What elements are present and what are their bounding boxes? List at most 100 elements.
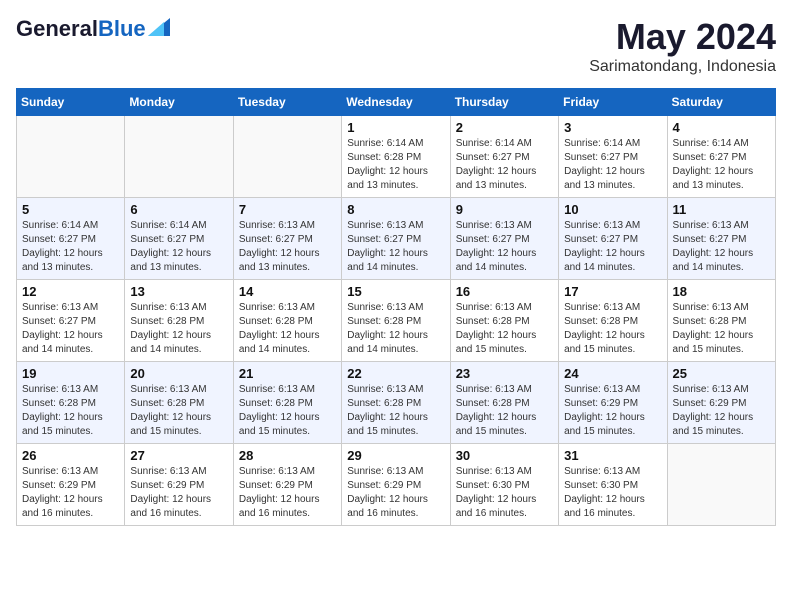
day-info: Sunrise: 6:14 AM Sunset: 6:27 PM Dayligh…: [130, 219, 227, 275]
weekday-header-thursday: Thursday: [450, 89, 558, 116]
logo: GeneralBlue: [16, 16, 170, 42]
day-info: Sunrise: 6:14 AM Sunset: 6:27 PM Dayligh…: [673, 137, 770, 193]
calendar-cell: 13 Sunrise: 6:13 AM Sunset: 6:28 PM Dayli…: [125, 280, 233, 362]
logo-icon: [148, 18, 170, 36]
calendar-cell: 25Sunrise: 6:13 AM Sunset: 6:29 PM Dayli…: [667, 362, 775, 444]
calendar-cell: 26Sunrise: 6:13 AM Sunset: 6:29 PM Dayli…: [17, 444, 125, 526]
calendar-cell: 16 Sunrise: 6:13 AM Sunset: 6:28 PM Dayli…: [450, 280, 558, 362]
day-info: Sunrise: 6:13 AM Sunset: 6:27 PM Dayligh…: [239, 219, 336, 275]
day-info: Sunrise: 6:13 AM Sunset: 6:29 PM Dayligh…: [130, 465, 227, 521]
day-info: Sunrise: 6:13 AM Sunset: 6:28 PM Dayligh…: [673, 301, 770, 357]
day-info: Sunrise: 6:13 AM Sunset: 6:29 PM Dayligh…: [22, 465, 119, 521]
day-info: Sunrise: 6:13 AM Sunset: 6:30 PM Dayligh…: [456, 465, 553, 521]
calendar-cell: [667, 444, 775, 526]
calendar-cell: 7 Sunrise: 6:13 AM Sunset: 6:27 PM Daylig…: [233, 198, 341, 280]
day-number: 18: [673, 284, 770, 299]
day-number: 5: [22, 202, 119, 217]
calendar-cell: 29 Sunrise: 6:13 AM Sunset: 6:29 PM Dayli…: [342, 444, 450, 526]
day-number: 30: [456, 448, 553, 463]
calendar-cell: 20 Sunrise: 6:13 AM Sunset: 6:28 PM Dayli…: [125, 362, 233, 444]
day-info: Sunrise: 6:13 AM Sunset: 6:27 PM Dayligh…: [347, 219, 444, 275]
day-info: Sunrise: 6:13 AM Sunset: 6:29 PM Dayligh…: [239, 465, 336, 521]
calendar-cell: 15 Sunrise: 6:13 AM Sunset: 6:28 PM Dayli…: [342, 280, 450, 362]
day-number: 16: [456, 284, 553, 299]
location: Sarimatondang, Indonesia: [589, 58, 776, 76]
day-number: 19: [22, 366, 119, 381]
calendar-cell: 11Sunrise: 6:13 AM Sunset: 6:27 PM Dayli…: [667, 198, 775, 280]
day-info: Sunrise: 6:13 AM Sunset: 6:28 PM Dayligh…: [239, 383, 336, 439]
calendar-cell: 30 Sunrise: 6:13 AM Sunset: 6:30 PM Dayli…: [450, 444, 558, 526]
calendar-cell: [17, 116, 125, 198]
weekday-header-friday: Friday: [559, 89, 667, 116]
day-info: Sunrise: 6:13 AM Sunset: 6:28 PM Dayligh…: [456, 383, 553, 439]
day-info: Sunrise: 6:13 AM Sunset: 6:28 PM Dayligh…: [239, 301, 336, 357]
day-number: 21: [239, 366, 336, 381]
day-info: Sunrise: 6:13 AM Sunset: 6:28 PM Dayligh…: [456, 301, 553, 357]
day-number: 1: [347, 120, 444, 135]
day-number: 12: [22, 284, 119, 299]
day-info: Sunrise: 6:14 AM Sunset: 6:27 PM Dayligh…: [22, 219, 119, 275]
calendar-cell: 8 Sunrise: 6:13 AM Sunset: 6:27 PM Daylig…: [342, 198, 450, 280]
calendar-cell: 1 Sunrise: 6:14 AM Sunset: 6:28 PM Daylig…: [342, 116, 450, 198]
page-header: GeneralBlue May 2024 Sarimatondang, Indo…: [16, 16, 776, 76]
weekday-header-tuesday: Tuesday: [233, 89, 341, 116]
day-number: 14: [239, 284, 336, 299]
calendar-cell: 22 Sunrise: 6:13 AM Sunset: 6:28 PM Dayli…: [342, 362, 450, 444]
calendar-cell: 24Sunrise: 6:13 AM Sunset: 6:29 PM Dayli…: [559, 362, 667, 444]
day-number: 4: [673, 120, 770, 135]
day-number: 23: [456, 366, 553, 381]
day-info: Sunrise: 6:13 AM Sunset: 6:28 PM Dayligh…: [347, 383, 444, 439]
day-number: 3: [564, 120, 661, 135]
day-number: 29: [347, 448, 444, 463]
day-number: 27: [130, 448, 227, 463]
calendar-cell: 23 Sunrise: 6:13 AM Sunset: 6:28 PM Dayli…: [450, 362, 558, 444]
day-info: Sunrise: 6:14 AM Sunset: 6:27 PM Dayligh…: [456, 137, 553, 193]
calendar-cell: 28Sunrise: 6:13 AM Sunset: 6:29 PM Dayli…: [233, 444, 341, 526]
day-number: 15: [347, 284, 444, 299]
weekday-header-sunday: Sunday: [17, 89, 125, 116]
calendar-cell: 12 Sunrise: 6:13 AM Sunset: 6:27 PM Dayli…: [17, 280, 125, 362]
calendar-cell: 3 Sunrise: 6:14 AM Sunset: 6:27 PM Daylig…: [559, 116, 667, 198]
calendar-cell: 4 Sunrise: 6:14 AM Sunset: 6:27 PM Daylig…: [667, 116, 775, 198]
day-info: Sunrise: 6:13 AM Sunset: 6:27 PM Dayligh…: [22, 301, 119, 357]
day-info: Sunrise: 6:13 AM Sunset: 6:28 PM Dayligh…: [130, 383, 227, 439]
calendar-cell: [125, 116, 233, 198]
calendar-cell: 17Sunrise: 6:13 AM Sunset: 6:28 PM Dayli…: [559, 280, 667, 362]
calendar-cell: 2 Sunrise: 6:14 AM Sunset: 6:27 PM Daylig…: [450, 116, 558, 198]
calendar-week-row-3: 19 Sunrise: 6:13 AM Sunset: 6:28 PM Dayli…: [17, 362, 776, 444]
month-year: May 2024: [589, 16, 776, 58]
day-info: Sunrise: 6:13 AM Sunset: 6:29 PM Dayligh…: [564, 383, 661, 439]
day-number: 8: [347, 202, 444, 217]
day-info: Sunrise: 6:14 AM Sunset: 6:28 PM Dayligh…: [347, 137, 444, 193]
day-info: Sunrise: 6:13 AM Sunset: 6:30 PM Dayligh…: [564, 465, 661, 521]
calendar-table: SundayMondayTuesdayWednesdayThursdayFrid…: [16, 88, 776, 526]
calendar-week-row-2: 12 Sunrise: 6:13 AM Sunset: 6:27 PM Dayli…: [17, 280, 776, 362]
day-number: 31: [564, 448, 661, 463]
title-block: May 2024 Sarimatondang, Indonesia: [589, 16, 776, 76]
day-number: 11: [673, 202, 770, 217]
calendar-cell: 19 Sunrise: 6:13 AM Sunset: 6:28 PM Dayli…: [17, 362, 125, 444]
day-number: 13: [130, 284, 227, 299]
weekday-header-wednesday: Wednesday: [342, 89, 450, 116]
day-info: Sunrise: 6:13 AM Sunset: 6:28 PM Dayligh…: [22, 383, 119, 439]
day-info: Sunrise: 6:13 AM Sunset: 6:29 PM Dayligh…: [347, 465, 444, 521]
day-info: Sunrise: 6:14 AM Sunset: 6:27 PM Dayligh…: [564, 137, 661, 193]
calendar-cell: [233, 116, 341, 198]
calendar-cell: 31 Sunrise: 6:13 AM Sunset: 6:30 PM Dayli…: [559, 444, 667, 526]
day-info: Sunrise: 6:13 AM Sunset: 6:28 PM Dayligh…: [347, 301, 444, 357]
day-number: 22: [347, 366, 444, 381]
day-number: 6: [130, 202, 227, 217]
day-info: Sunrise: 6:13 AM Sunset: 6:28 PM Dayligh…: [564, 301, 661, 357]
day-number: 9: [456, 202, 553, 217]
calendar-cell: 10Sunrise: 6:13 AM Sunset: 6:27 PM Dayli…: [559, 198, 667, 280]
day-info: Sunrise: 6:13 AM Sunset: 6:27 PM Dayligh…: [456, 219, 553, 275]
day-number: 7: [239, 202, 336, 217]
calendar-week-row-1: 5 Sunrise: 6:14 AM Sunset: 6:27 PM Daylig…: [17, 198, 776, 280]
calendar-cell: 5 Sunrise: 6:14 AM Sunset: 6:27 PM Daylig…: [17, 198, 125, 280]
weekday-header-row: SundayMondayTuesdayWednesdayThursdayFrid…: [17, 89, 776, 116]
day-number: 20: [130, 366, 227, 381]
day-number: 2: [456, 120, 553, 135]
calendar-cell: 18 Sunrise: 6:13 AM Sunset: 6:28 PM Dayli…: [667, 280, 775, 362]
day-number: 25: [673, 366, 770, 381]
day-info: Sunrise: 6:13 AM Sunset: 6:28 PM Dayligh…: [130, 301, 227, 357]
